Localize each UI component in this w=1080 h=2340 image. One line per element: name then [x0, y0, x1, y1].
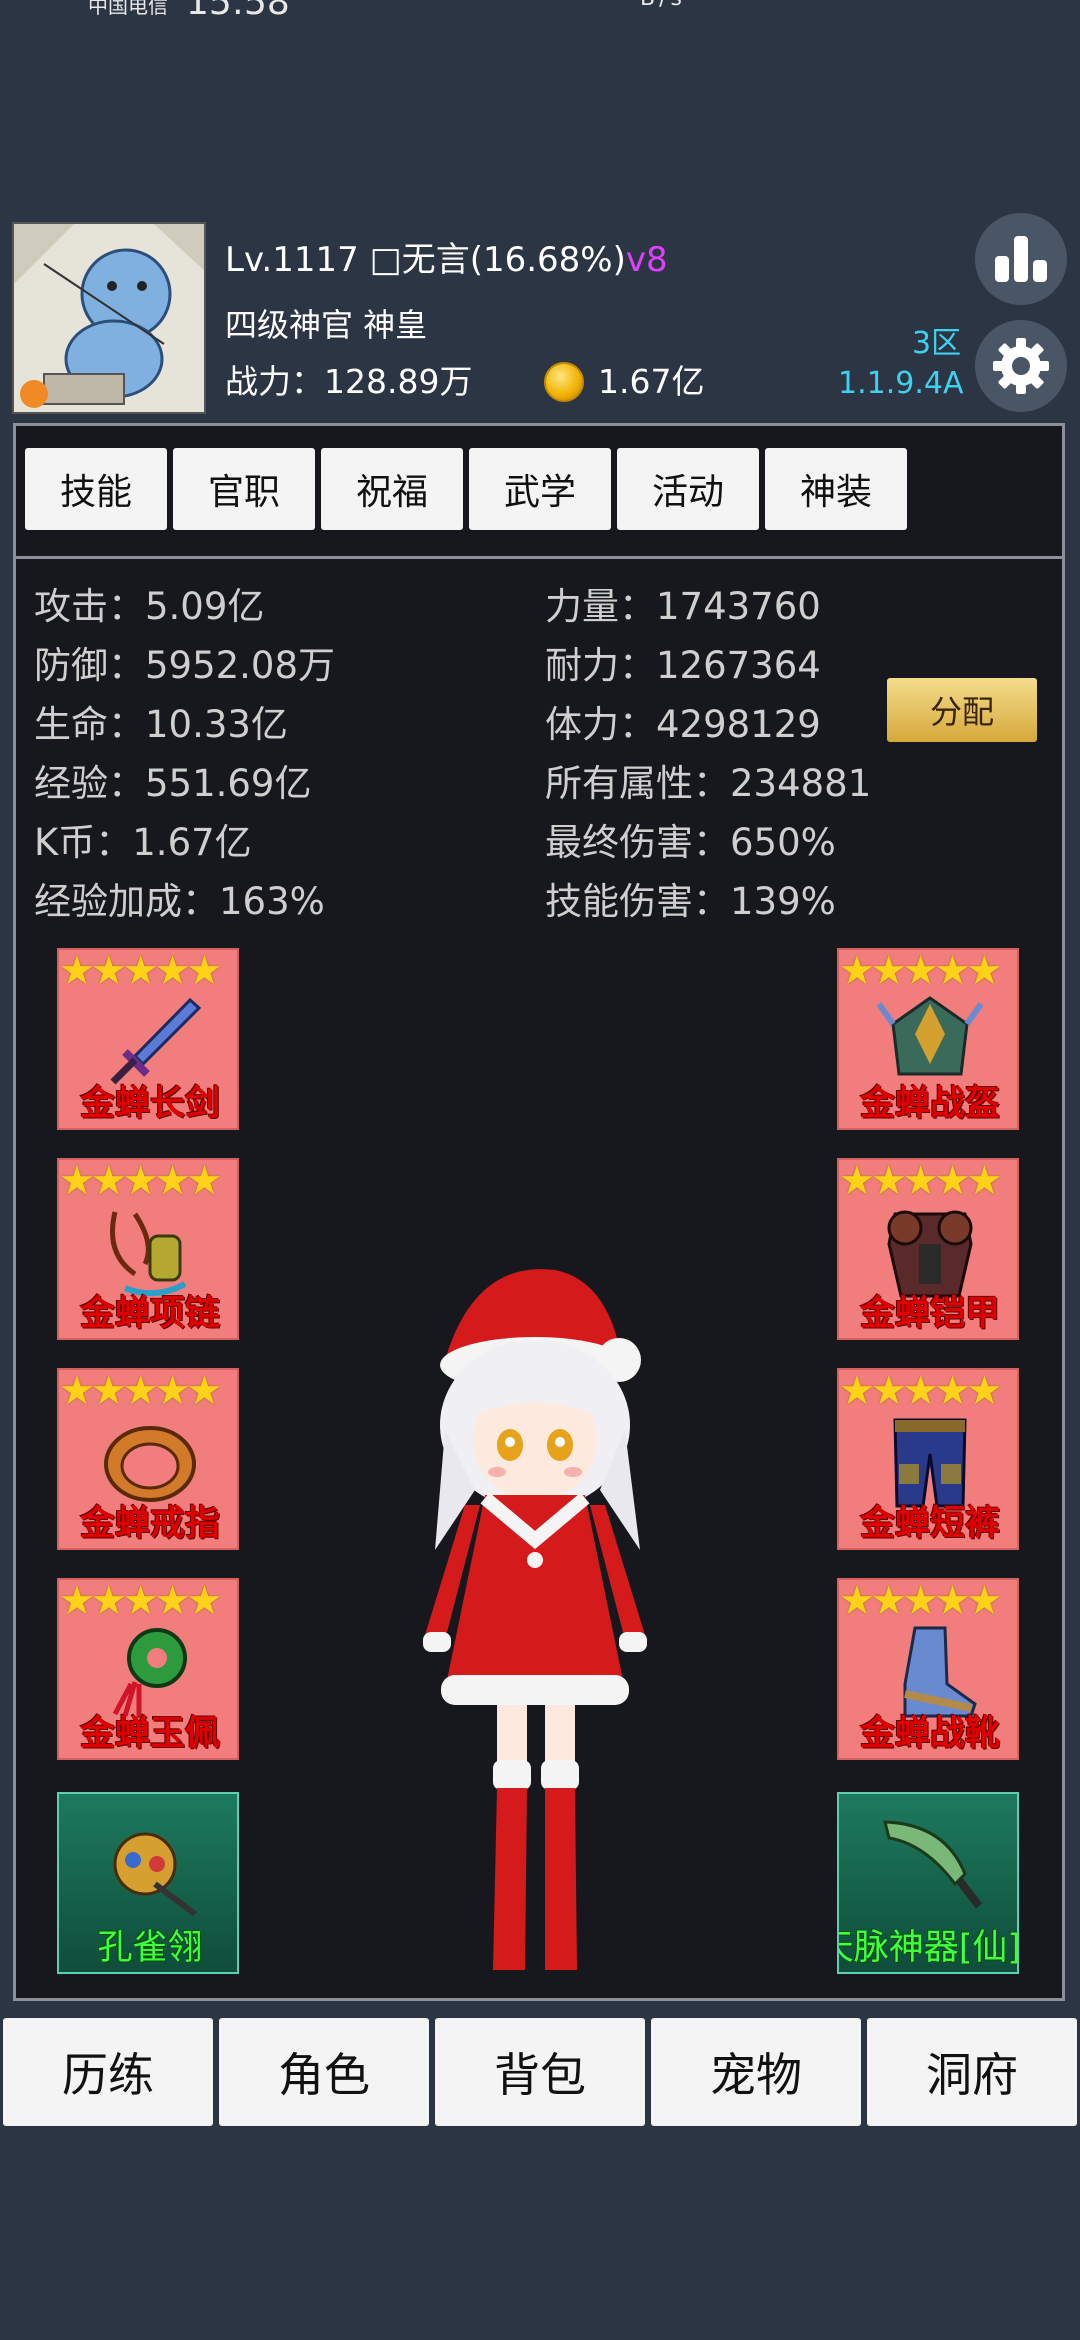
- equip-slot-pendant[interactable]: ★★★★★ 金蝉玉佩: [57, 1578, 239, 1760]
- stat-experience: 经验：551.69亿: [34, 762, 312, 805]
- stat-endurance: 耐力：1267364: [545, 644, 821, 687]
- stat-stamina: 体力：4298129: [545, 703, 821, 746]
- equip-name: 金蝉长剑: [79, 1084, 220, 1124]
- equip-name: 孔雀翎: [97, 1928, 203, 1968]
- equip-name: 金蝉铠甲: [859, 1294, 1000, 1334]
- equip-slot-pants[interactable]: ★★★★★ 金蝉短裤: [837, 1368, 1019, 1550]
- equip-slot-armor[interactable]: ★★★★★ 金蝉铠甲: [837, 1158, 1019, 1340]
- stat-hp: 生命：10.33亿: [34, 703, 288, 746]
- peacock-feather-icon: [113, 1832, 197, 1917]
- equip-name: 金蝉战靴: [859, 1714, 1000, 1754]
- nav-training[interactable]: 历练: [3, 2018, 213, 2126]
- ranking-button[interactable]: [975, 213, 1067, 305]
- tab-blessing[interactable]: 祝福: [321, 448, 463, 530]
- equip-slot-peacock-feather[interactable]: 孔雀翎: [57, 1792, 239, 1974]
- stat-attack: 攻击：5.09亿: [34, 585, 265, 628]
- equip-slot-artifact[interactable]: 天脉神器[仙]: [837, 1792, 1019, 1974]
- gold-coin-icon: [544, 362, 584, 402]
- nav-character[interactable]: 角色: [219, 2018, 429, 2126]
- star-rating: ★★★★★: [839, 1368, 1002, 1414]
- bar-chart-icon: [995, 236, 1047, 282]
- tab-divine-gear[interactable]: 神装: [765, 448, 907, 530]
- tab-bar: 技能 官职 祝福 武学 活动 神装: [13, 423, 1065, 559]
- player-title: 四级神官 神皇: [225, 306, 428, 344]
- character-model: [423, 1269, 647, 1970]
- star-rating: ★★★★★: [59, 948, 222, 994]
- player-level: Lv.1117: [225, 240, 359, 280]
- star-rating: ★★★★★: [839, 948, 1002, 994]
- server-zone: 3区: [912, 326, 962, 361]
- tab-official-rank[interactable]: 官职: [173, 448, 315, 530]
- equip-name: 金蝉玉佩: [79, 1714, 220, 1754]
- star-rating: ★★★★★: [59, 1578, 222, 1624]
- stat-all-attributes: 所有属性：234881: [545, 762, 872, 805]
- nav-pets[interactable]: 宠物: [651, 2018, 861, 2126]
- stat-exp-bonus: 经验加成：163%: [34, 880, 325, 923]
- player-name: □无言(16.68%): [369, 240, 626, 280]
- avatar[interactable]: [12, 222, 206, 414]
- gold-value: 1.67亿: [598, 362, 705, 401]
- vip-badge: v8: [625, 240, 668, 280]
- status-time: 15:58: [186, 0, 290, 23]
- equip-slot-necklace[interactable]: ★★★★★ 金蝉项链: [57, 1158, 239, 1340]
- equip-slot-ring[interactable]: ★★★★★ 金蝉戒指: [57, 1368, 239, 1550]
- star-rating: ★★★★★: [59, 1158, 222, 1204]
- equip-slot-helmet[interactable]: ★★★★★ 金蝉战盔: [837, 948, 1019, 1130]
- star-rating: ★★★★★: [59, 1368, 222, 1414]
- equip-name: 金蝉项链: [79, 1294, 220, 1334]
- equip-name: 天脉神器[仙]: [839, 1928, 1019, 1968]
- nav-backpack[interactable]: 背包: [435, 2018, 645, 2126]
- version-label: 1.1.9.4A: [838, 366, 964, 401]
- status-network-speed: B/s: [640, 0, 686, 11]
- stat-kcoin: K币：1.67亿: [34, 821, 252, 864]
- stat-skill-damage: 技能伤害：139%: [545, 880, 836, 923]
- settings-button[interactable]: [975, 320, 1067, 412]
- status-bar: 中国电信 15:58 B/s: [0, 0, 1080, 23]
- status-carrier: 中国电信: [88, 0, 168, 18]
- equip-name: 金蝉短裤: [859, 1504, 1000, 1544]
- tab-skills[interactable]: 技能: [25, 448, 167, 530]
- star-rating: ★★★★★: [839, 1578, 1002, 1624]
- equip-slot-weapon[interactable]: ★★★★★ 金蝉长剑: [57, 948, 239, 1130]
- blade-artifact-icon: [883, 1820, 983, 1909]
- combat-power: 战力：128.89万: [225, 362, 473, 401]
- stat-final-damage: 最终伤害：650%: [545, 821, 836, 864]
- tab-activities[interactable]: 活动: [617, 448, 759, 530]
- stat-defense: 防御：5952.08万: [34, 644, 336, 687]
- equip-name: 金蝉戒指: [79, 1504, 220, 1544]
- equip-name: 金蝉战盔: [859, 1084, 1000, 1124]
- stat-strength: 力量：1743760: [545, 585, 821, 628]
- gear-icon: [993, 338, 1049, 394]
- equip-slot-boots[interactable]: ★★★★★ 金蝉战靴: [837, 1578, 1019, 1760]
- star-rating: ★★★★★: [839, 1158, 1002, 1204]
- nav-cave-residence[interactable]: 洞府: [867, 2018, 1077, 2126]
- allocate-button[interactable]: 分配: [887, 678, 1037, 742]
- player-level-name: Lv.1117 □无言(16.68%)v8: [225, 232, 668, 281]
- tab-martial-arts[interactable]: 武学: [469, 448, 611, 530]
